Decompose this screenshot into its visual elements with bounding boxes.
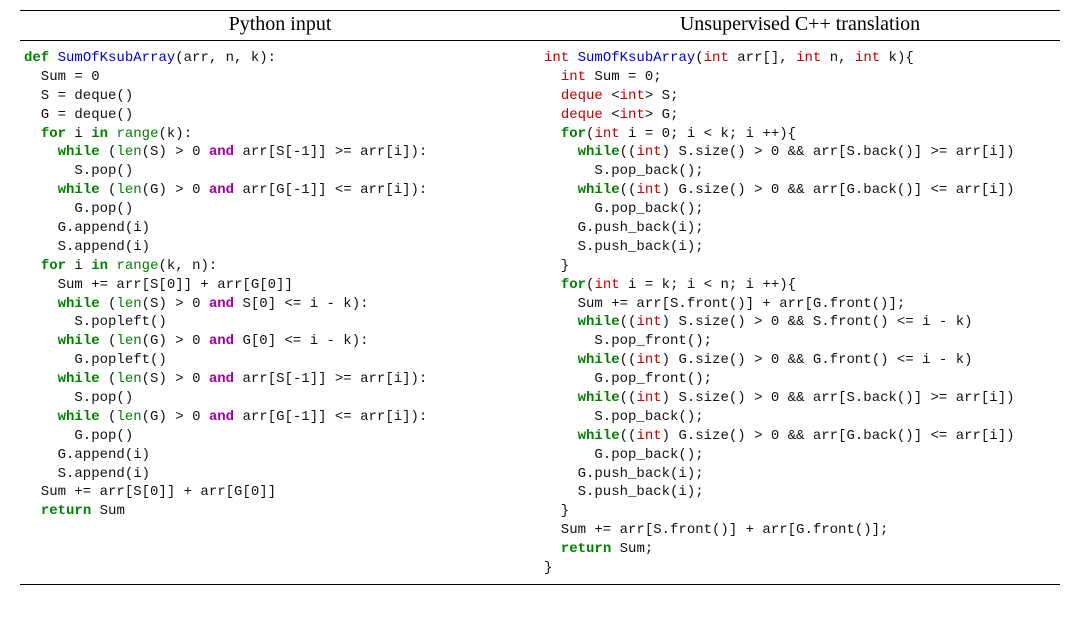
header-cpp: Unsupervised C++ translation (540, 11, 1060, 40)
code-comparison-table: Python input Unsupervised C++ translatio… (20, 10, 1060, 585)
table-header-row: Python input Unsupervised C++ translatio… (20, 10, 1060, 41)
header-python: Python input (20, 11, 540, 40)
cpp-code: int SumOfKsubArray(int arr[], int n, int… (544, 49, 1056, 578)
python-code: def SumOfKsubArray(arr, n, k): Sum = 0 S… (24, 49, 536, 521)
table-body-row: def SumOfKsubArray(arr, n, k): Sum = 0 S… (20, 41, 1060, 585)
python-code-cell: def SumOfKsubArray(arr, n, k): Sum = 0 S… (20, 41, 540, 584)
cpp-code-cell: int SumOfKsubArray(int arr[], int n, int… (540, 41, 1060, 584)
